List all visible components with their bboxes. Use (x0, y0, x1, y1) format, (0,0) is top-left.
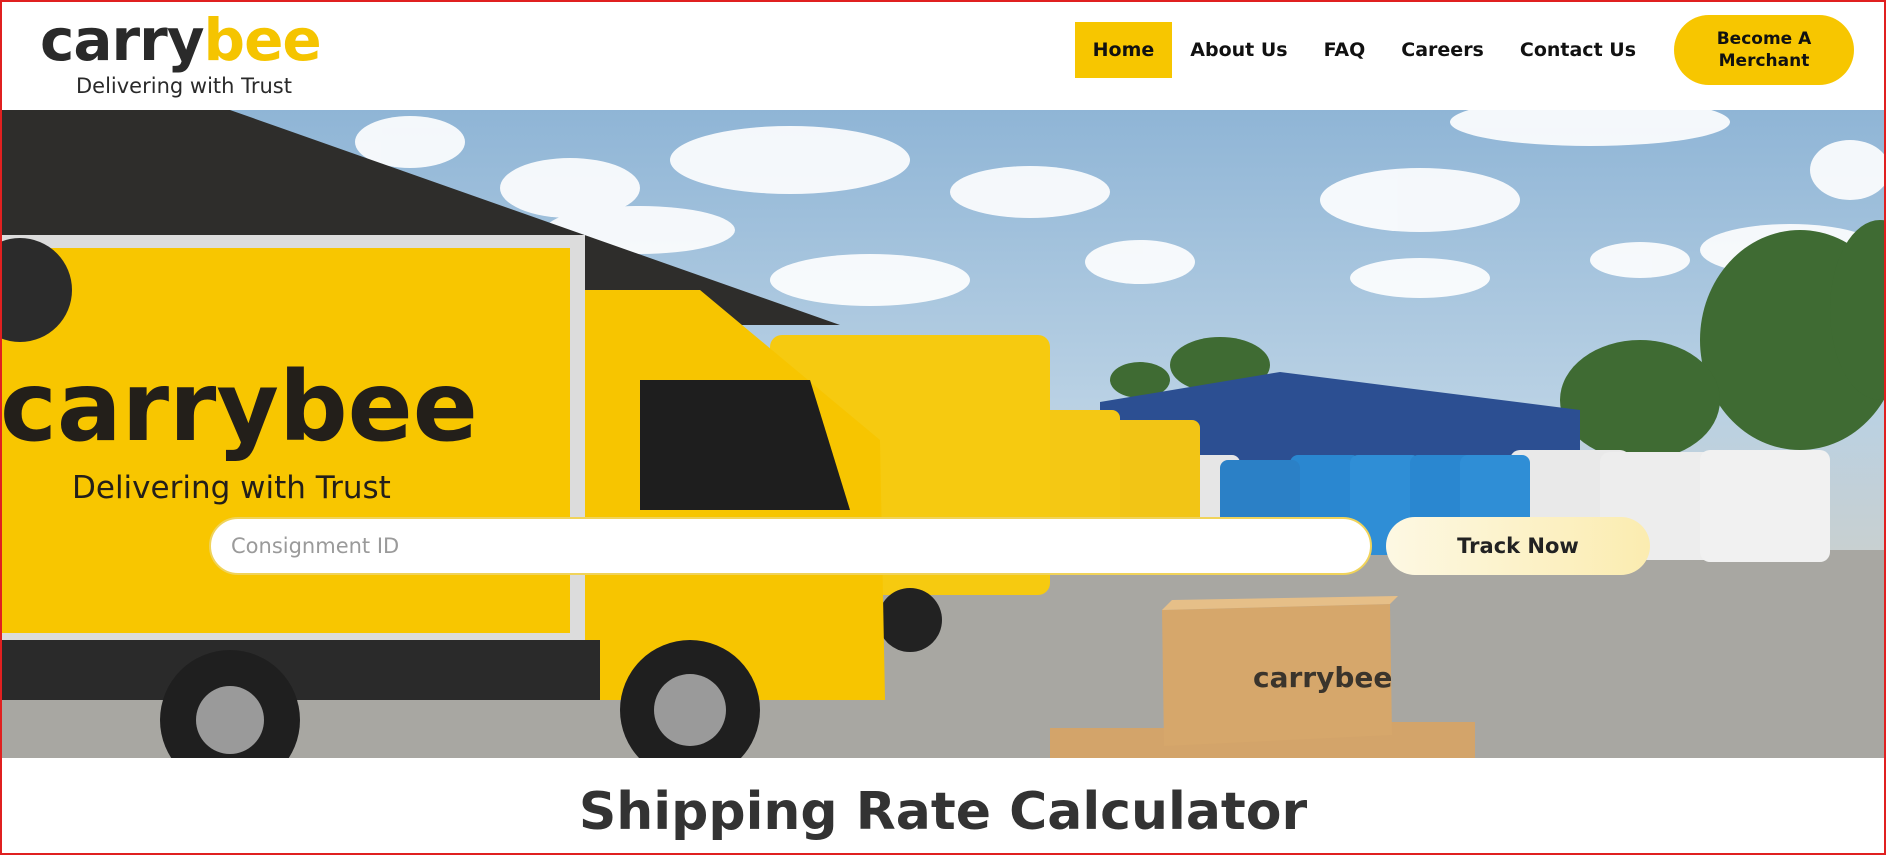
tracking-search-bar (209, 517, 1372, 575)
consignment-id-input[interactable] (231, 534, 1370, 558)
track-now-button[interactable]: Track Now (1386, 517, 1650, 575)
logo-word-bee: bee (203, 6, 322, 74)
become-merchant-button[interactable]: Become A Merchant (1674, 15, 1854, 85)
truck-box: carrybee Delivering with Trust (0, 235, 600, 758)
brand-logo[interactable]: carrybee Delivering with Trust (40, 4, 340, 104)
logo-tagline: Delivering with Trust (76, 74, 292, 98)
main-nav: Home About Us FAQ Careers Contact Us Bec… (1074, 15, 1854, 85)
logo-wordmark: carrybee (40, 4, 322, 76)
nav-item-home[interactable]: Home (1074, 22, 1173, 78)
logo-word-carry: carry (40, 6, 205, 74)
truck-brand-wordmark: carrybee (0, 351, 478, 463)
site-header: carrybee Delivering with Trust Home Abou… (0, 0, 1886, 110)
shipping-rate-calculator-title: Shipping Rate Calculator (578, 782, 1308, 842)
truck-tagline: Delivering with Trust (72, 470, 391, 506)
nav-item-about-us[interactable]: About Us (1172, 22, 1305, 78)
truck-brand-bee: bee (279, 351, 478, 463)
hero-illustration: carrybee Delivering with Trust carrybee (0, 110, 1886, 758)
hero-banner: carrybee Delivering with Trust carrybee … (0, 110, 1886, 758)
nav-item-contact-us[interactable]: Contact Us (1502, 22, 1654, 78)
nav-item-careers[interactable]: Careers (1383, 22, 1502, 78)
box-brand-label: carrybee (1253, 661, 1392, 694)
truck-brand-carry: carry (0, 351, 279, 463)
nav-item-faq[interactable]: FAQ (1306, 22, 1384, 78)
